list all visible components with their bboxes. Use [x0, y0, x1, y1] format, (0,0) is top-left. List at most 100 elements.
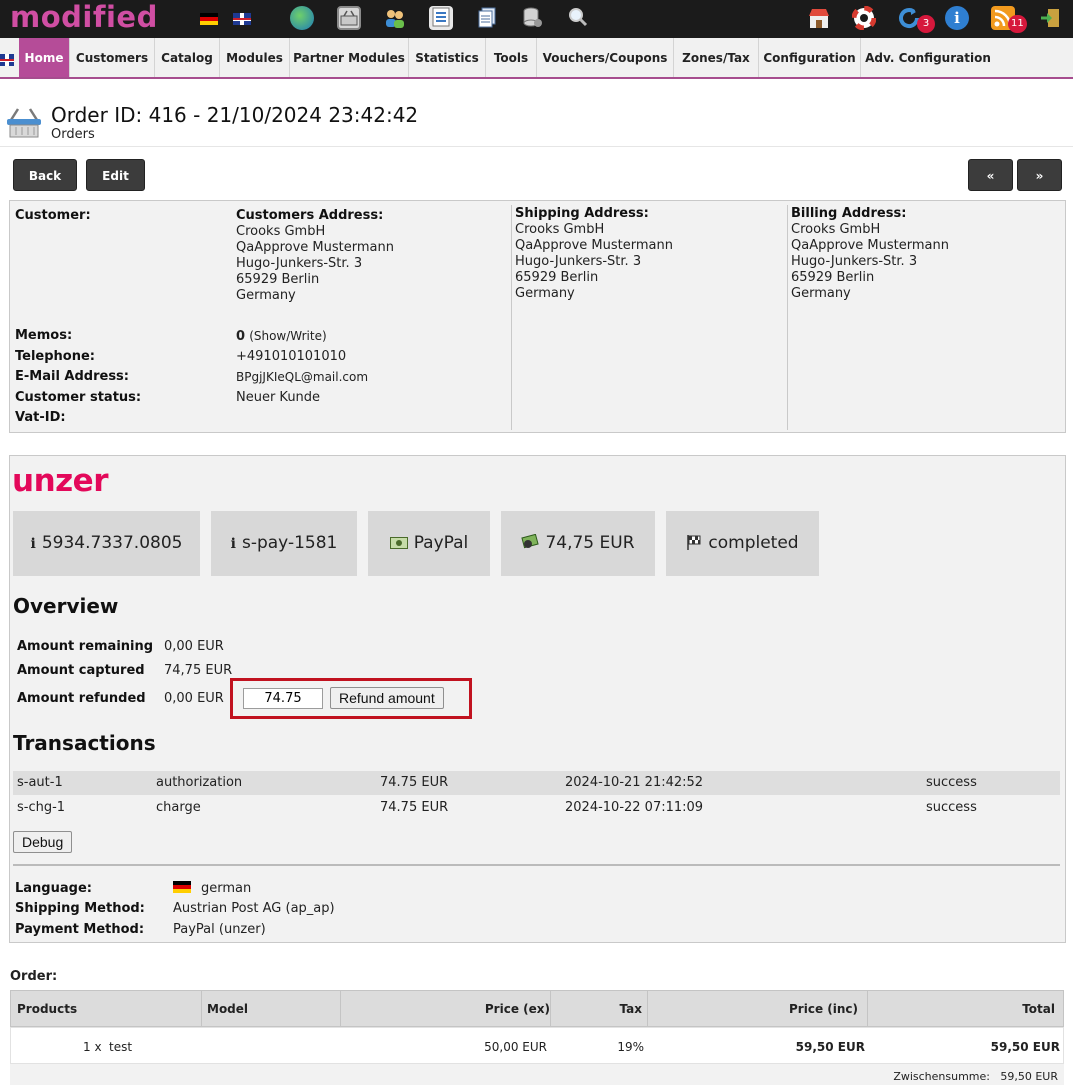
billing-address-line: Hugo-Junkers-Str. 3: [791, 254, 918, 269]
status-tile: completed: [666, 511, 819, 576]
customers-address-label: Customers Address:: [236, 208, 384, 223]
column-separator: [787, 205, 788, 430]
nav-zones-tax[interactable]: Zones/Tax: [674, 38, 759, 77]
german-flag-icon: [173, 881, 191, 893]
amount-refunded-value: 0,00 EUR: [164, 691, 224, 706]
info-icon: i: [230, 536, 236, 552]
column-header-price-ex: Price (ex): [484, 1002, 550, 1016]
shipping-method-label: Shipping Method:: [15, 901, 145, 916]
page-subtitle: Orders: [51, 127, 95, 142]
payment-id-tile: i 5934.7337.0805: [13, 511, 200, 576]
shop-icon[interactable]: [807, 6, 831, 30]
shipping-address-label: Shipping Address:: [515, 206, 649, 221]
orders-basket-icon[interactable]: [337, 6, 361, 30]
nav-tools[interactable]: Tools: [486, 38, 537, 77]
email-link[interactable]: BPgjJKIeQL@mail.com: [236, 369, 368, 385]
table-row: s-chg-1 charge 74.75 EUR 2024-10-22 07:1…: [13, 796, 1060, 820]
subtotal-value: 59,50 EUR: [1000, 1070, 1058, 1083]
refund-amount-input[interactable]: [243, 688, 323, 709]
previous-order-button[interactable]: «: [968, 159, 1013, 191]
nav-home[interactable]: Home: [19, 38, 70, 77]
memos-count: 0: [236, 329, 246, 344]
shipping-address-line: Hugo-Junkers-Str. 3: [515, 254, 642, 269]
english-flag-icon[interactable]: [233, 13, 251, 25]
app-logo[interactable]: modified: [10, 0, 158, 38]
overview-heading: Overview: [13, 594, 119, 618]
unzer-logo: unzer: [12, 463, 109, 499]
transaction-id: s-aut-1: [17, 775, 63, 790]
transaction-status: success: [926, 775, 977, 790]
search-icon[interactable]: [566, 6, 590, 30]
transaction-date: 2024-10-22 07:11:09: [565, 800, 704, 815]
transaction-id: s-chg-1: [17, 800, 66, 815]
billing-address-line: QaApprove Mustermann: [791, 238, 949, 253]
billing-address-line: Crooks GmbH: [791, 222, 881, 237]
payment-method-tile: PayPal: [368, 511, 490, 576]
amount-captured-value: 74,75 EUR: [164, 663, 233, 678]
globe-icon[interactable]: [290, 6, 314, 30]
product-name: test: [109, 1040, 133, 1054]
shipping-address-line: Germany: [515, 286, 575, 301]
shipping-address-line: 65929 Berlin: [515, 270, 599, 285]
product-price-ex: 50,00 EUR: [484, 1040, 547, 1054]
nav-catalog[interactable]: Catalog: [155, 38, 220, 77]
next-order-button[interactable]: »: [1017, 159, 1062, 191]
payment-method-value: PayPal: [413, 533, 469, 553]
info-icon[interactable]: i: [945, 6, 969, 30]
transaction-status: success: [926, 800, 977, 815]
money-icon: [389, 512, 408, 577]
transaction-type: charge: [156, 800, 201, 815]
column-header-price-inc: Price (inc): [789, 1002, 858, 1016]
memos-show-write-link[interactable]: (Show/Write): [249, 329, 326, 343]
shipping-method-value: Austrian Post AG (ap_ap): [173, 901, 335, 916]
nav-modules[interactable]: Modules: [220, 38, 290, 77]
billing-address-label: Billing Address:: [791, 206, 907, 221]
short-id-value: s-pay-1581: [241, 533, 338, 553]
nav-partner-modules[interactable]: Partner Modules: [290, 38, 409, 77]
memos-value: 0 (Show/Write): [236, 328, 327, 345]
customer-panel: Customer: Customers Address: Crooks GmbH…: [9, 200, 1066, 433]
page-title: Order ID: 416 - 21/10/2024 23:42:42: [51, 103, 419, 127]
customers-address-line: Hugo-Junkers-Str. 3: [236, 256, 363, 271]
nav-customers[interactable]: Customers: [70, 38, 155, 77]
debug-button[interactable]: Debug: [13, 831, 73, 853]
column-separator: [867, 991, 868, 1026]
support-lifebuoy-icon[interactable]: [851, 5, 877, 31]
vat-id-label: Vat-ID:: [15, 410, 66, 425]
payment-method-value: PayPal (unzer): [173, 922, 266, 937]
german-flag-icon[interactable]: [200, 13, 218, 25]
language-flag-icon[interactable]: [0, 54, 14, 66]
database-icon[interactable]: [520, 6, 544, 30]
product-tax: 19%: [617, 1040, 644, 1054]
nav-configuration[interactable]: Configuration: [759, 38, 861, 77]
amount-remaining-label: Amount remaining: [17, 639, 154, 654]
refund-amount-button[interactable]: Refund amount: [330, 687, 444, 709]
column-header-tax: Tax: [619, 1002, 642, 1016]
main-navigation: Home Customers Catalog Modules Partner M…: [0, 38, 1073, 79]
nav-vouchers-coupons[interactable]: Vouchers/Coupons: [537, 38, 674, 77]
orders-basket-icon: [5, 106, 43, 140]
back-button[interactable]: Back: [13, 159, 77, 191]
section-divider: [13, 864, 1060, 866]
table-row: s-aut-1 authorization 74.75 EUR 2024-10-…: [13, 771, 1060, 795]
order-label: Order:: [10, 969, 58, 984]
documents-icon[interactable]: [475, 6, 499, 30]
short-id-tile: i s-pay-1581: [211, 511, 357, 576]
customers-icon[interactable]: [383, 6, 407, 30]
list-icon[interactable]: [429, 6, 453, 30]
column-separator: [340, 991, 341, 1026]
nav-statistics[interactable]: Statistics: [409, 38, 486, 77]
subtotal-row: Zwischensumme: 59,50 EUR: [10, 1064, 1064, 1085]
amount-captured-label: Amount captured: [17, 663, 145, 678]
shipping-address-line: Crooks GmbH: [515, 222, 605, 237]
edit-button[interactable]: Edit: [86, 159, 145, 191]
amount-tile: 74,75 EUR: [501, 511, 655, 576]
column-separator: [550, 991, 551, 1026]
payment-id-value: 5934.7337.0805: [41, 533, 183, 553]
nav-adv-configuration[interactable]: Adv. Configuration: [861, 38, 995, 77]
order-table-header: Products Model Price (ex) Tax Price (inc…: [10, 990, 1064, 1027]
logout-icon[interactable]: [1038, 6, 1062, 30]
email-label: E-Mail Address:: [15, 369, 129, 384]
updates-badge: 3: [917, 15, 935, 33]
column-header-total: Total: [1022, 1002, 1055, 1016]
